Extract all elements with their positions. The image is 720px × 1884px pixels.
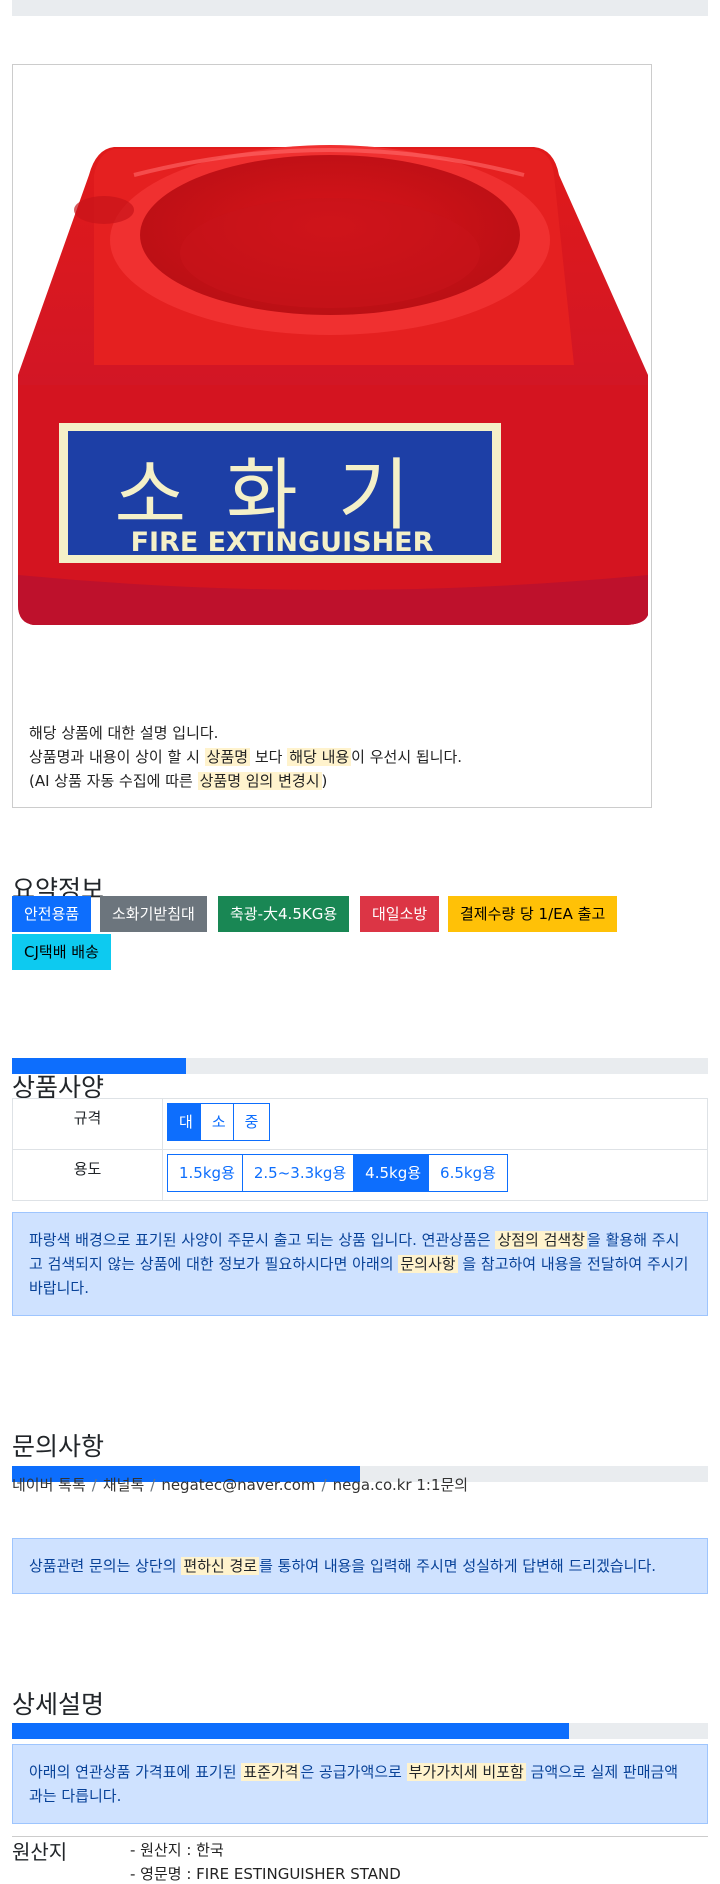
detail-notice-highlight: 표준가격	[241, 1763, 301, 1781]
spec-notice-text: 파랑색 배경으로 표기된 사양이 주문시 출고 되는 상품 입니다. 연관상품은	[29, 1231, 496, 1249]
product-description: 해당 상품에 대한 설명 입니다. 상품명과 내용이 상이 할 시 상품명 보다 …	[29, 721, 462, 793]
origin-country: - 원산지 : 한국	[130, 1841, 224, 1859]
spec-options: 대소중	[162, 1098, 708, 1150]
contact-link[interactable]: nega.co.kr 1:1문의	[333, 1476, 469, 1494]
contact-link[interactable]: 채널톡	[103, 1476, 144, 1494]
summary-tag: 축광-大4.5KG용	[218, 896, 350, 932]
summary-tag: 소화기받침대	[100, 896, 207, 932]
spec-progress-bar	[12, 1058, 708, 1074]
product-image: 소화기 FIRE EXTINGUISHER	[18, 145, 648, 625]
description-text: )	[321, 772, 328, 790]
origin-title: 원산지	[12, 1840, 68, 1864]
description-highlight: 상품명 임의 변경시	[197, 772, 322, 790]
spec-option-button[interactable]: 중	[232, 1103, 271, 1141]
sign-english-text: FIRE EXTINGUISHER	[131, 527, 434, 558]
description-line: (AI 상품 자동 수집에 따른 상품명 임의 변경시)	[29, 769, 462, 793]
description-text: 보다	[250, 748, 288, 766]
spec-table: 규격 대 소 중 용도 1.5kg용 2.5~3.3kg용 4.5kg용 6.5kg용	[12, 1098, 708, 1201]
breadcrumb-separator: /	[150, 1476, 156, 1494]
detail-notice-text: 은 공급가액으로	[300, 1763, 407, 1781]
detail-progress-fill	[12, 1723, 569, 1739]
spec-row: 규격 대 소 중	[12, 1098, 708, 1150]
inquiry-notice-highlight: 편하신 경로	[181, 1557, 260, 1575]
spec-row-label: 규격	[12, 1098, 163, 1150]
summary-tag: 안전용품	[12, 896, 92, 932]
page: 소화기 FIRE EXTINGUISHER 해당 상품에 대한 설명 입니다. 상…	[0, 0, 720, 1884]
contact-link[interactable]: negatec@naver.com	[161, 1476, 315, 1494]
spec-notice-highlight: 문의사항	[398, 1255, 458, 1273]
origin-divider	[12, 1836, 708, 1837]
inquiry-title: 문의사항	[12, 1432, 105, 1461]
detail-notice: 아래의 연관상품 가격표에 표기된 표준가격 은 공급가액으로 부가가치세 비포함…	[12, 1744, 708, 1824]
summary-tag: 대일소방	[360, 896, 440, 932]
spec-option-button[interactable]: 4.5kg용	[353, 1154, 434, 1192]
detail-progress-bar	[12, 1723, 708, 1739]
product-card: 소화기 FIRE EXTINGUISHER 해당 상품에 대한 설명 입니다. 상…	[12, 64, 652, 808]
spec-notice: 파랑색 배경으로 표기된 사양이 주문시 출고 되는 상품 입니다. 연관상품은…	[12, 1212, 708, 1316]
inquiry-notice-text: 상품관련 문의는 상단의	[29, 1557, 182, 1575]
spec-option-button[interactable]: 2.5~3.3kg용	[241, 1154, 359, 1192]
summary-tag: 결제수량 당 1/EA 출고	[448, 896, 618, 932]
detail-notice-highlight: 부가가치세 비포함	[406, 1763, 526, 1781]
spec-notice-highlight: 상점의 검색창	[495, 1231, 588, 1249]
inquiry-notice: 상품관련 문의는 상단의 편하신 경로 를 통하여 내용을 입력해 주시면 성실하…	[12, 1538, 708, 1594]
description-text: 해당 상품에 대한 설명 입니다.	[29, 724, 219, 742]
description-line: 상품명과 내용이 상이 할 시 상품명 보다 해당 내용 이 우선시 됩니다.	[29, 745, 462, 769]
spec-row: 용도 1.5kg용 2.5~3.3kg용 4.5kg용 6.5kg용	[12, 1149, 708, 1201]
description-text: (AI 상품 자동 수집에 따른	[29, 772, 198, 790]
inquiry-notice-text: 를 통하여 내용을 입력해 주시면 성실하게 답변해 드리겠습니다.	[259, 1557, 657, 1575]
detail-title: 상세설명	[12, 1690, 105, 1719]
top-progress-bar	[12, 0, 708, 16]
summary-tag: CJ택배 배송	[12, 934, 111, 970]
spec-option-button[interactable]: 6.5kg용	[428, 1154, 508, 1192]
description-text: 이 우선시 됩니다.	[351, 748, 463, 766]
breadcrumb-separator: /	[321, 1476, 327, 1494]
description-highlight: 해당 내용	[287, 748, 352, 766]
description-text: 상품명과 내용이 상이 할 시	[29, 748, 205, 766]
contact-breadcrumb: 네이버 톡톡 / 채널톡 / negatec@naver.com / nega.co.kr …	[12, 1474, 468, 1495]
spec-option-button[interactable]: 1.5kg용	[167, 1154, 247, 1192]
description-line: 해당 상품에 대한 설명 입니다.	[29, 721, 462, 745]
breadcrumb-separator: /	[91, 1476, 97, 1494]
spec-options: 1.5kg용 2.5~3.3kg용 4.5kg용 6.5kg용	[162, 1149, 708, 1201]
description-highlight: 상품명	[204, 748, 251, 766]
origin-english-name: - 영문명 : FIRE ESTINGUISHER STAND	[130, 1865, 401, 1883]
detail-notice-text: 아래의 연관상품 가격표에 표기된	[29, 1763, 242, 1781]
contact-link[interactable]: 네이버 톡톡	[12, 1476, 86, 1494]
origin-info: - 원산지 : 한국 - 영문명 : FIRE ESTINGUISHER STA…	[130, 1838, 401, 1884]
spec-row-label: 용도	[12, 1149, 163, 1201]
